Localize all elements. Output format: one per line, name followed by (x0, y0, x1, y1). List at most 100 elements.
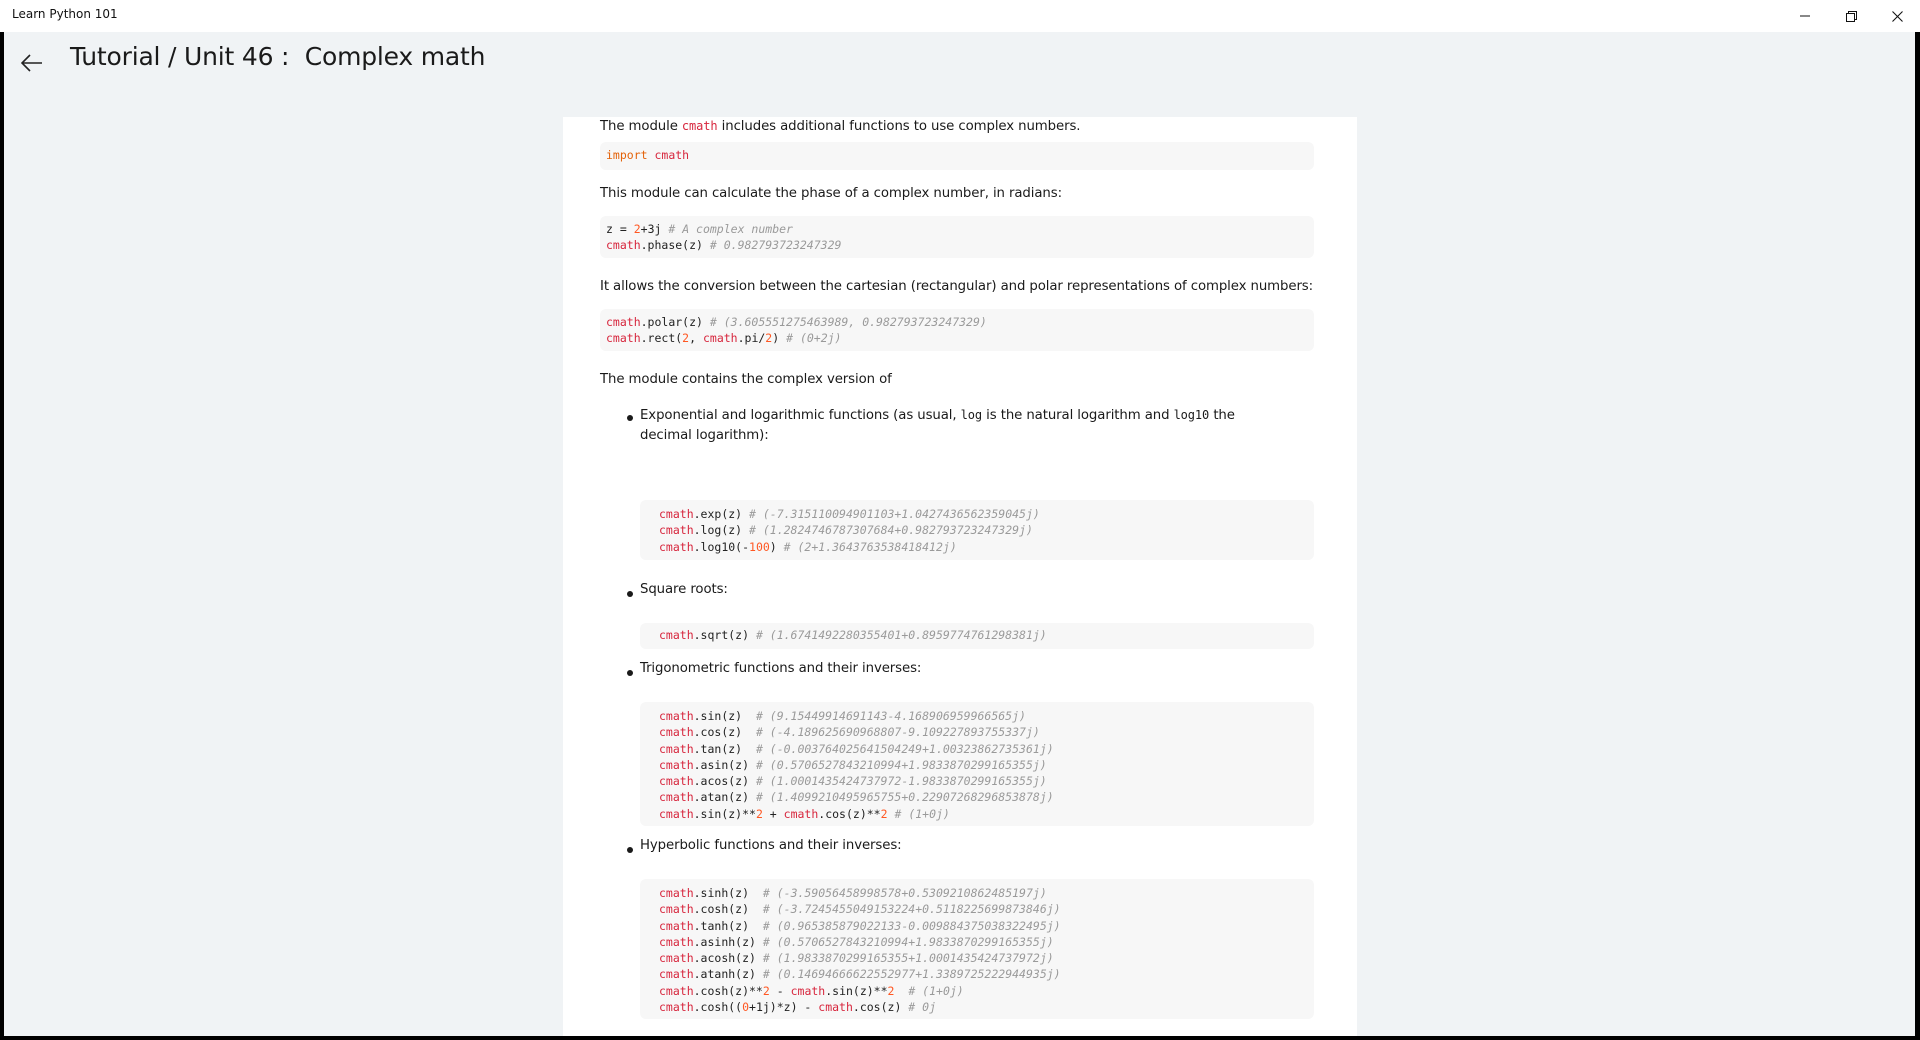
code-token: # 0j (908, 1000, 936, 1015)
close-button[interactable] (1874, 0, 1920, 32)
code-block-polar: cmath .polar(z) # (3.605551275463989, 0.9… (600, 309, 1314, 351)
code-token: cmath (659, 951, 694, 966)
code-token: 2 (762, 983, 770, 998)
bullet-marker (627, 591, 633, 597)
code-token: # (3.605551275463989, 0.982793723247329) (709, 315, 987, 329)
code-token: cmath (659, 507, 694, 521)
code-token: # (1+0j) (908, 983, 964, 998)
window-frame: Tutorial / Unit 46 : Complex math The mo… (0, 32, 1920, 1040)
code-token: # (1.9833870299165355+1.0001435424737972… (762, 951, 1054, 966)
bullet-exp-text-1: Exponential and logarithmic functions (a… (640, 408, 961, 423)
code-token: .cos(z)** (818, 806, 881, 821)
code-token: .log10(- (693, 539, 750, 554)
code-token: cmath (654, 148, 690, 162)
code-token: cmath (659, 741, 694, 756)
code-token: cmath (659, 806, 694, 821)
code-token: cmath (659, 1000, 694, 1015)
restore-button[interactable] (1828, 0, 1874, 32)
code-token: # (1.2824746787307684+0.982793723247329j… (749, 523, 1033, 538)
code-token: 2 (880, 806, 888, 821)
polar-paragraph: It allows the conversion between the car… (600, 279, 1314, 294)
code-line: cmath.log10(-100) # (2+1.364376353841841… (659, 539, 1295, 555)
bullet-marker (627, 847, 633, 853)
code-token: .log(z) (693, 523, 750, 538)
code-token: 2 (755, 806, 763, 821)
code-token: cmath (659, 725, 694, 740)
code-line: cmath.cosh(z)**2 - cmath.sin(z)**2 # (1+… (659, 983, 1295, 999)
code-token: cmath (606, 331, 641, 346)
code-token: # (1.6741492280355401+0.8959774761298381… (755, 628, 1047, 642)
code-token: import (606, 148, 648, 162)
code-token: .exp(z) (693, 507, 750, 521)
code-token: 0 (742, 1000, 750, 1015)
code-token: cmath (702, 331, 738, 346)
minimize-button[interactable] (1782, 0, 1828, 32)
code-token: .cos(z) (693, 725, 756, 740)
code-line: cmath.acosh(z) # (1.9833870299165355+1.0… (659, 950, 1295, 966)
code-token: cmath (659, 902, 694, 917)
code-token: .phase(z) (640, 238, 710, 253)
code-token: .sinh(z) (693, 886, 763, 900)
code-token: # (0+2j) (786, 331, 842, 346)
intro-text-after: includes additional functions to use com… (717, 119, 1081, 134)
code-token: cmath (659, 774, 694, 789)
code-token: cmath (783, 806, 819, 821)
code-token: ) (772, 331, 787, 346)
code-token: # (-4.189625690968807-9.109227893755337j… (755, 725, 1040, 740)
code-token: .polar(z) (640, 315, 710, 329)
code-token: cmath (659, 934, 694, 949)
code-line: cmath.exp(z) # (-7.315110094901103+1.042… (659, 506, 1295, 522)
code-token: +1j)*z) - (749, 1000, 819, 1015)
code-block-trig: cmath.sin(z) # (9.15449914691143-4.16890… (640, 702, 1314, 826)
code-token: # (0.5706527843210994+1.9833870299165355… (762, 934, 1054, 949)
code-token: , (689, 331, 703, 346)
code-token: cmath (659, 918, 694, 933)
lesson-content: The module cmath includes additional fun… (563, 117, 1357, 1036)
bullet-trig: Trigonometric functions and their invers… (640, 661, 922, 676)
code-token: # (-3.7245455049153224+0.511822569987384… (762, 902, 1061, 917)
code-line: cmath.cosh(z) # (-3.7245455049153224+0.5… (659, 901, 1295, 917)
code-token: # (-0.003764025641504249+1.0032386273536… (755, 741, 1054, 756)
code-token: .tanh(z) (693, 918, 763, 933)
code-token: cmath (606, 238, 641, 253)
close-icon (1891, 10, 1903, 22)
code-token: .sin(z)** (693, 806, 756, 821)
bullet-exp-log: Exponential and logarithmic functions (a… (640, 405, 1260, 446)
code-token: # (0.5706527843210994+1.9833870299165355… (755, 757, 1047, 772)
code-line: cmath.sin(z)**2 + cmath.cos(z)**2 # (1+0… (659, 806, 1295, 822)
code-line: cmath.tanh(z) # (0.965385879022133-0.009… (659, 918, 1295, 934)
code-token: # (0.14694666622552977+1.338972522294493… (762, 967, 1061, 982)
code-token: z = (606, 222, 634, 236)
code-token: cmath (659, 757, 694, 772)
code-token: cmath (659, 967, 694, 982)
code-token: # A complex number (668, 222, 793, 236)
app-surface: Tutorial / Unit 46 : Complex math The mo… (4, 32, 1915, 1036)
code-line: cmath.acos(z) # (1.0001435424737972-1.98… (659, 773, 1295, 789)
code-token: .asinh(z) (693, 934, 763, 949)
code-line: z = 2+3j # A complex number (606, 221, 1308, 237)
code-line: cmath.sinh(z) # (-3.59056458998578+0.530… (659, 885, 1295, 901)
code-line: cmath.phase(z) # 0.982793723247329 (606, 237, 1308, 253)
code-token: .cosh(( (693, 1000, 743, 1015)
code-token: .cosh(z) (693, 902, 763, 917)
code-block-phase: z = 2+3j # A complex number cmath.phase(z… (600, 216, 1314, 258)
code-token: + (762, 806, 784, 821)
bullet-sqrt: Square roots: (640, 582, 728, 597)
code-token: .atan(z) (693, 790, 756, 805)
code-token: cmath (790, 983, 826, 998)
back-button[interactable] (14, 46, 50, 80)
code-line: cmath.sqrt(z) # (1.6741492280355401+0.89… (659, 627, 1295, 643)
code-token: # (1+0j) (894, 806, 950, 821)
code-token: # (2+1.3643763538418412j) (783, 539, 957, 554)
page-header: Tutorial / Unit 46 : Complex math (4, 32, 1915, 117)
intro-text-before: The module (600, 119, 682, 134)
code-token: .cosh(z)** (693, 983, 763, 998)
code-token: cmath (659, 523, 694, 538)
code-line: cmath.asinh(z) # (0.5706527843210994+1.9… (659, 934, 1295, 950)
window-title: Learn Python 101 (12, 7, 118, 21)
bullet-exp-text-2: is the natural logarithm and (982, 408, 1174, 423)
code-token: .cos(z) (852, 1000, 909, 1015)
code-block-exp-log: cmath.exp(z) # (-7.315110094901103+1.042… (640, 500, 1314, 560)
code-block-sqrt: cmath.sqrt(z) # (1.6741492280355401+0.89… (640, 623, 1314, 649)
